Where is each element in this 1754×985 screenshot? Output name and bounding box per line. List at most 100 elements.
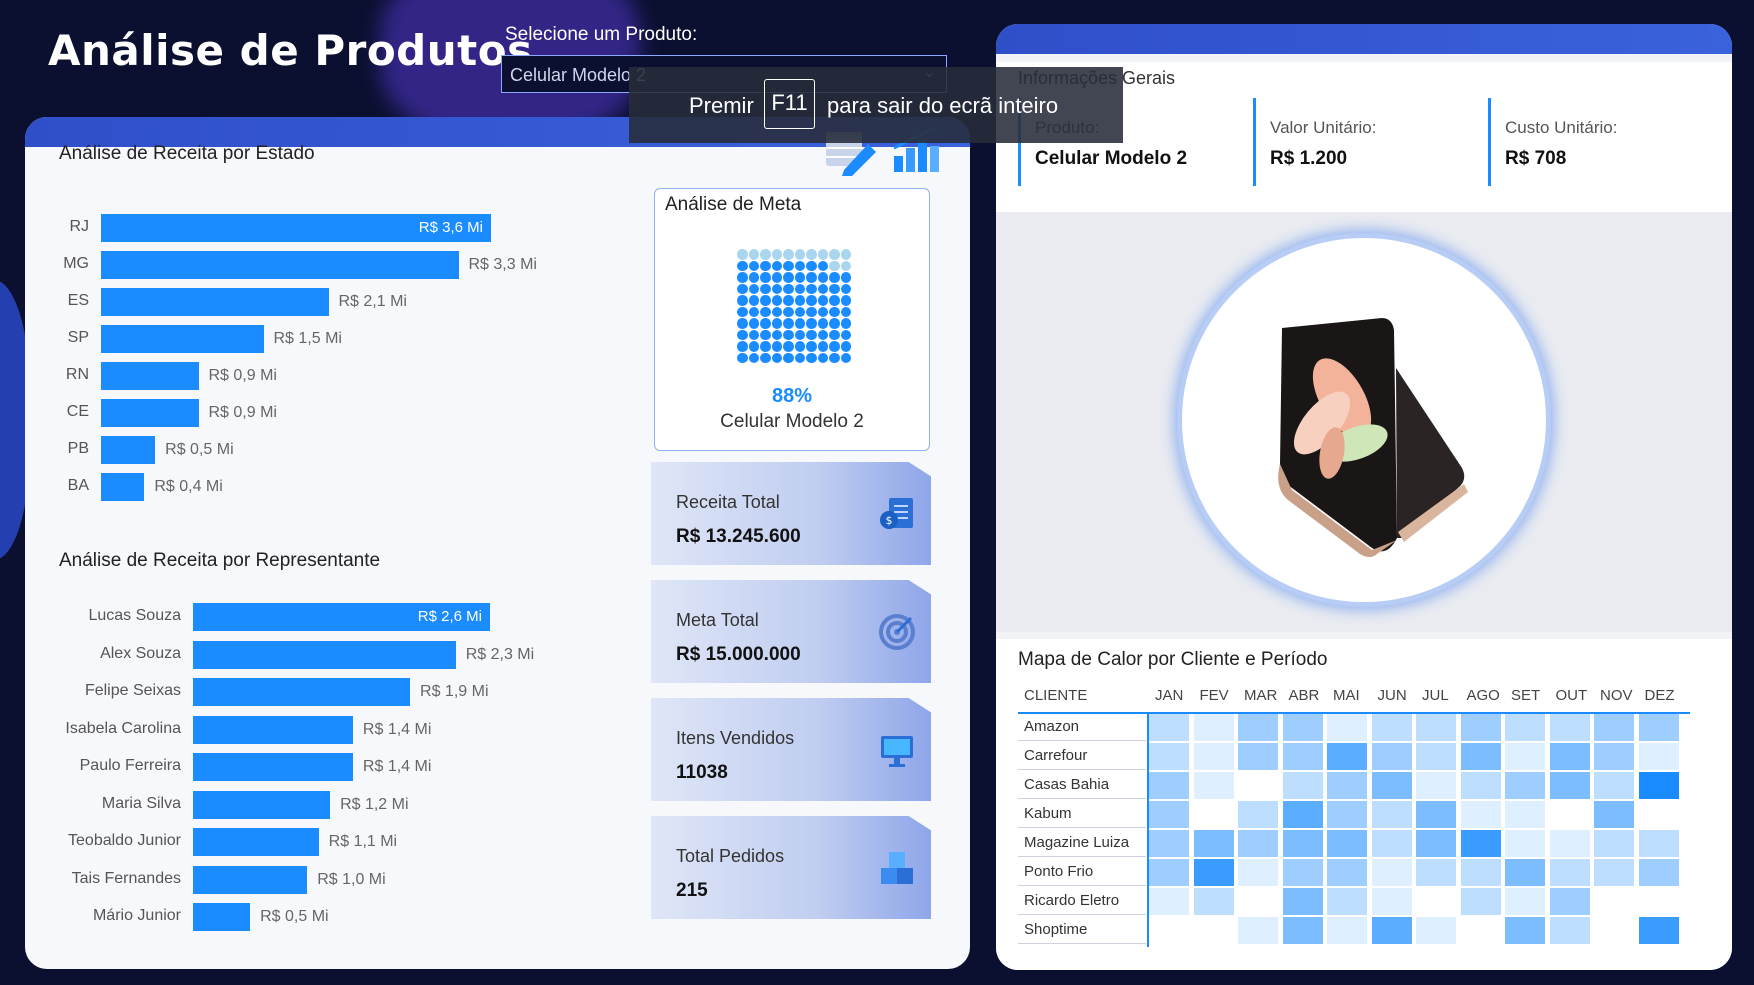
waffle-dot (817, 352, 828, 363)
heatmap-cell (1193, 743, 1234, 770)
page-title: Análise de Produtos (48, 26, 533, 75)
heatmap-cell (1638, 888, 1679, 915)
heatmap-cell (1149, 772, 1189, 799)
heatmap-column-label: JUN (1377, 687, 1407, 704)
waffle-dot (794, 272, 805, 283)
heatmap-cell (1149, 714, 1189, 741)
waffle-dot (771, 283, 782, 294)
toast-key: F11 (764, 79, 815, 129)
bar (193, 715, 353, 744)
heatmap-column-label: MAI (1333, 687, 1360, 704)
heatmap-cell (1193, 801, 1234, 828)
waffle-dot (806, 260, 817, 271)
heatmap-row-line (1018, 943, 1146, 944)
waffle-dot (737, 318, 748, 329)
heatmap-row-line (1018, 856, 1146, 857)
boxes-icon (881, 852, 913, 884)
heatmap-cell (1193, 830, 1234, 857)
kpi-label: Itens Vendidos (676, 728, 795, 748)
bar (101, 399, 199, 427)
waffle-dot (829, 329, 840, 340)
heatmap-cell (1327, 917, 1367, 944)
heatmap-row-label: Carrefour (1024, 747, 1088, 764)
bar-category-label: Lucas Souza (88, 607, 181, 624)
heatmap-row-label: Magazine Luiza (1024, 834, 1130, 851)
waffle-dot (806, 352, 817, 363)
heatmap-cell (1505, 714, 1545, 741)
heatmap-column-label: DEZ (1644, 687, 1675, 704)
info-custo: Custo Unitário: R$ 708 (1488, 98, 1617, 186)
info-valor-value: R$ 1.200 (1270, 148, 1348, 169)
heatmap-cell (1149, 888, 1189, 915)
waffle-dot (794, 341, 805, 352)
heatmap-cell (1594, 888, 1634, 915)
waffle-dot (817, 341, 828, 352)
waffle-dot (760, 329, 771, 340)
info-valor-label: Valor Unitário: (1270, 118, 1377, 137)
heatmap-cell (1594, 859, 1634, 886)
heatmap-row-line (1018, 827, 1146, 828)
kpi-value: 11038 (676, 762, 728, 783)
heatmap-cell (1327, 714, 1367, 741)
heatmap-cell (1549, 888, 1590, 915)
heatmap-cell (1238, 830, 1278, 857)
heatmap-cell (1460, 888, 1501, 915)
waffle-dot (840, 249, 851, 260)
waffle-dot (771, 249, 782, 260)
heatmap-cell (1149, 859, 1189, 886)
waffle-dot (806, 272, 817, 283)
heatmap-cell (1327, 888, 1367, 915)
heatmap-cell (1193, 859, 1234, 886)
bar-value-label: R$ 1,4 Mi (362, 720, 432, 738)
waffle-dot (748, 260, 759, 271)
heatmap-cell (1193, 772, 1234, 799)
heatmap-cell (1638, 917, 1679, 944)
waffle-dot (817, 283, 828, 294)
toast-prefix: Premir (689, 93, 754, 118)
waffle-dot (806, 329, 817, 340)
heatmap-cell (1460, 801, 1501, 828)
bar-category-label: ES (67, 292, 89, 309)
waffle-dot (748, 341, 759, 352)
product-photo-frame (1177, 233, 1551, 607)
kpi-value: R$ 15.000.000 (676, 644, 801, 665)
heatmap-row-line (1018, 740, 1146, 741)
bar-category-label: BA (67, 477, 89, 494)
bar-category-label: Felipe Seixas (84, 682, 181, 699)
meta-waffle-chart (737, 249, 851, 363)
waffle-dot (760, 260, 771, 271)
waffle-dot (760, 249, 771, 260)
heatmap-cell (1327, 743, 1367, 770)
bar-value-label: R$ 0,9 Mi (208, 367, 277, 384)
waffle-dot (737, 272, 748, 283)
bar-category-label: RN (65, 366, 89, 383)
heatmap-cell (1238, 801, 1278, 828)
waffle-dot (817, 306, 828, 317)
bar (101, 251, 459, 279)
heatmap-cell (1149, 743, 1189, 770)
bar-category-label: RJ (69, 218, 89, 235)
waffle-dot (806, 283, 817, 294)
waffle-dot (794, 260, 805, 271)
waffle-dot (840, 329, 851, 340)
waffle-dot (817, 329, 828, 340)
heatmap-row-label: Amazon (1024, 718, 1080, 735)
waffle-dot (783, 352, 794, 363)
heatmap-cell (1327, 801, 1367, 828)
kpi-label: Meta Total (676, 610, 759, 630)
meta-percent: 88% (771, 385, 813, 407)
heatmap-cell (1416, 801, 1456, 828)
waffle-dot (760, 272, 771, 283)
heatmap-column-label: FEV (1199, 687, 1229, 704)
waffle-dot (748, 249, 759, 260)
heatmap-cell (1282, 714, 1323, 741)
heatmap-cell (1549, 714, 1590, 741)
meta-analysis-card: Análise de Meta 88% Celular Modelo 2 (654, 188, 930, 451)
product-photo-area (996, 212, 1732, 632)
waffle-dot (806, 341, 817, 352)
heatmap-cell (1505, 743, 1545, 770)
product-info-panel: Informações Gerais Produto: Celular Mode… (996, 24, 1732, 970)
heatmap-cell (1505, 859, 1545, 886)
waffle-dot (783, 318, 794, 329)
heatmap-cell (1371, 859, 1412, 886)
